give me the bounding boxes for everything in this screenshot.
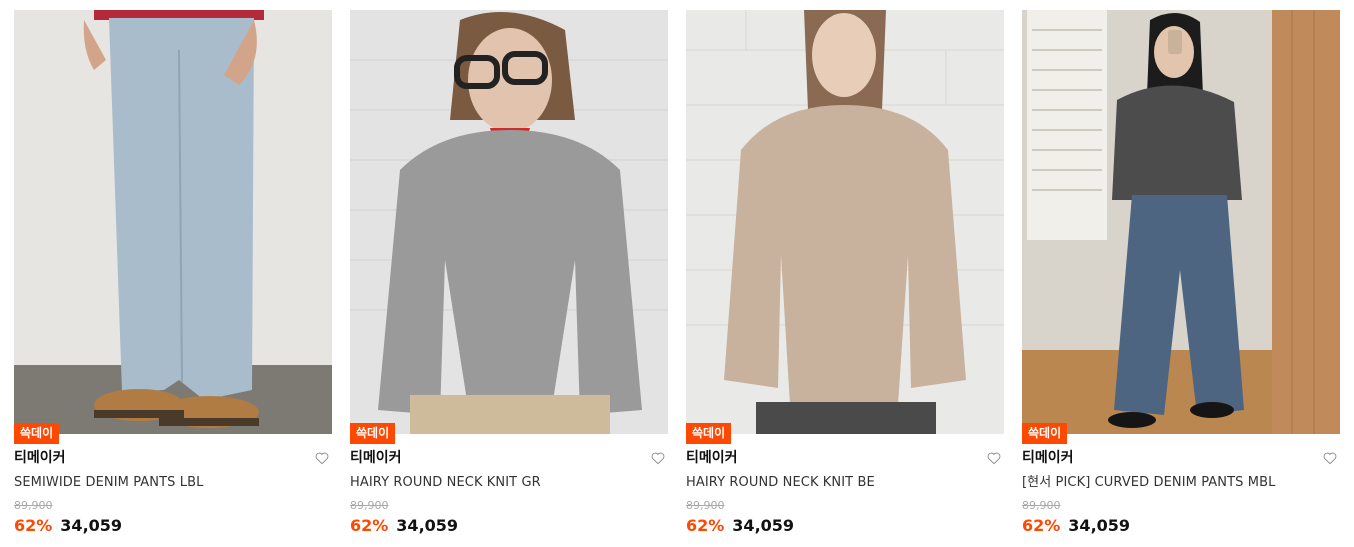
sale-price: 34,059 [60, 516, 123, 535]
product-name[interactable]: [현서 PICK] CURVED DENIM PANTS MBL [1022, 474, 1275, 492]
price-row: 62% 34,059 [350, 515, 458, 537]
discount-rate: 62% [686, 516, 725, 535]
discount-rate: 62% [1022, 516, 1061, 535]
product-name[interactable]: SEMIWIDE DENIM PANTS LBL [14, 474, 203, 492]
discount-rate: 62% [14, 516, 53, 535]
product-card[interactable]: 쓱데이 티메이커 HAIRY ROUND NECK KNIT BE 89,900… [686, 10, 1004, 540]
product-name[interactable]: HAIRY ROUND NECK KNIT GR [350, 474, 541, 492]
heart-outline-icon[interactable] [314, 450, 330, 466]
sale-price: 34,059 [396, 516, 459, 535]
price-row: 62% 34,059 [1022, 515, 1130, 537]
heart-outline-icon[interactable] [986, 450, 1002, 466]
promo-badge: 쓱데이 [350, 423, 396, 444]
sale-price: 34,059 [1068, 516, 1131, 535]
brand-name[interactable]: 티메이커 [350, 448, 402, 468]
original-price: 89,900 [686, 499, 725, 512]
price-row: 62% 34,059 [686, 515, 794, 537]
product-card[interactable]: 쓱데이 티메이커 [현서 PICK] CURVED DENIM PANTS MB… [1022, 10, 1340, 540]
product-name[interactable]: HAIRY ROUND NECK KNIT BE [686, 474, 875, 492]
product-image[interactable] [686, 10, 1004, 434]
heart-outline-icon[interactable] [650, 450, 666, 466]
discount-rate: 62% [350, 516, 389, 535]
sale-price: 34,059 [732, 516, 795, 535]
promo-badge: 쓱데이 [686, 423, 732, 444]
product-image[interactable] [14, 10, 332, 434]
brand-name[interactable]: 티메이커 [686, 448, 738, 468]
original-price: 89,900 [14, 499, 53, 512]
original-price: 89,900 [350, 499, 389, 512]
promo-badge: 쓱데이 [1022, 423, 1068, 444]
brand-name[interactable]: 티메이커 [1022, 448, 1074, 468]
original-price: 89,900 [1022, 499, 1061, 512]
price-row: 62% 34,059 [14, 515, 122, 537]
promo-badge: 쓱데이 [14, 423, 60, 444]
brand-name[interactable]: 티메이커 [14, 448, 66, 468]
product-grid: 쓱데이 티메이커 SEMIWIDE DENIM PANTS LBL 89,900… [0, 0, 1354, 547]
product-image[interactable] [1022, 10, 1340, 434]
product-card[interactable]: 쓱데이 티메이커 HAIRY ROUND NECK KNIT GR 89,900… [350, 10, 668, 540]
product-card[interactable]: 쓱데이 티메이커 SEMIWIDE DENIM PANTS LBL 89,900… [14, 10, 332, 540]
product-image[interactable] [350, 10, 668, 434]
heart-outline-icon[interactable] [1322, 450, 1338, 466]
